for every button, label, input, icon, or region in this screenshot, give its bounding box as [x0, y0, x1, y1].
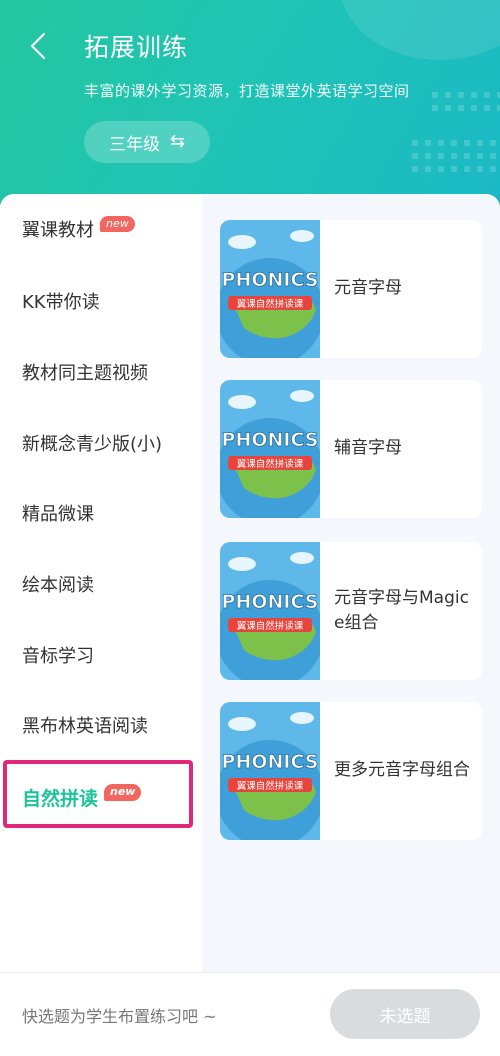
sidebar-item-micro-lessons[interactable]: 精品微课 [22, 500, 94, 526]
footer-hint: 快选题为学生布置练习吧 ~ [22, 1007, 217, 1026]
thumb-subtitle: 翼课自然拼读课 [237, 458, 304, 470]
sidebar-item-phonetics[interactable]: 音标学习 [22, 642, 94, 668]
course-card[interactable]: PHONICS 翼课自然拼读课 更多元音字母组合 [220, 702, 482, 840]
category-sidebar: 翼课教材 new KK带你读 教材同主题视频 新概念青少版(小) 精品微课 绘本… [0, 194, 202, 972]
sidebar-item-picture-books[interactable]: 绘本阅读 [22, 571, 94, 597]
course-card[interactable]: PHONICS 翼课自然拼读课 元音字母 [220, 220, 482, 358]
phonics-thumbnail: PHONICS 翼课自然拼读课 [220, 542, 324, 680]
sidebar-item-phonics[interactable]: 自然拼读 new [22, 784, 142, 811]
page-subtitle: 丰富的课外学习资源，打造课堂外英语学习空间 [84, 82, 410, 100]
sidebar-item-label: 新概念青少版(小) [22, 434, 163, 455]
main-panel: 翼课教材 new KK带你读 教材同主题视频 新概念青少版(小) 精品微课 绘本… [0, 194, 500, 972]
thumb-title: PHONICS [222, 751, 319, 773]
sidebar-item-kk-reading[interactable]: KK带你读 [22, 288, 100, 314]
decorative-circle [340, 0, 500, 60]
thumb-subtitle: 翼课自然拼读课 [237, 780, 304, 792]
sidebar-item-label: 自然拼读 [22, 788, 99, 810]
sidebar-item-label: 黑布林英语阅读 [22, 716, 148, 737]
new-badge: new [100, 215, 135, 233]
thumb-title: PHONICS [222, 429, 319, 451]
phonics-thumbnail: PHONICS 翼课自然拼读课 [220, 380, 324, 518]
thumb-title: PHONICS [222, 269, 319, 291]
grade-label: 三年级 [108, 134, 160, 155]
swap-icon: ⇆ [169, 131, 186, 152]
bottom-bar: 快选题为学生布置练习吧 ~ 未选题 [0, 972, 500, 1056]
new-badge: new [104, 784, 142, 801]
course-card[interactable]: PHONICS 翼课自然拼读课 元音字母与Magic e组合 [220, 542, 482, 680]
no-selection-button[interactable]: 未选题 [330, 989, 480, 1039]
thumb-title: PHONICS [222, 591, 319, 613]
sidebar-item-label: KK带你读 [22, 292, 100, 313]
sidebar-item-label: 翼课教材 [22, 220, 94, 241]
course-title: 更多元音字母组合 [334, 760, 470, 781]
course-title: 辅音字母 [334, 438, 402, 459]
sidebar-item-label: 音标学习 [22, 646, 94, 667]
sidebar-item-yike-textbook[interactable]: 翼课教材 new [22, 215, 135, 242]
course-list: PHONICS 翼课自然拼读课 元音字母 PHONICS 翼课自然拼读课 辅音字… [202, 194, 500, 972]
thumb-subtitle: 翼课自然拼读课 [237, 298, 304, 310]
grade-switch-button[interactable]: 三年级 ⇆ [84, 121, 210, 163]
sidebar-item-label: 教材同主题视频 [22, 363, 148, 384]
decorative-dots [412, 140, 500, 172]
course-title: 元音字母与Magic e组合 [334, 587, 469, 634]
sidebar-item-black-cat-reading[interactable]: 黑布林英语阅读 [22, 712, 148, 738]
thumb-subtitle: 翼课自然拼读课 [237, 620, 304, 632]
page-title: 拓展训练 [84, 33, 189, 62]
sidebar-item-topic-videos[interactable]: 教材同主题视频 [22, 359, 148, 385]
phonics-thumbnail: PHONICS 翼课自然拼读课 [220, 220, 324, 358]
phonics-thumbnail: PHONICS 翼课自然拼读课 [220, 702, 324, 840]
sidebar-item-label: 绘本阅读 [22, 575, 94, 596]
decorative-dots [432, 92, 500, 111]
course-card[interactable]: PHONICS 翼课自然拼读课 辅音字母 [220, 380, 482, 518]
sidebar-item-label: 精品微课 [22, 504, 94, 525]
sidebar-item-new-concept[interactable]: 新概念青少版(小) [22, 430, 162, 456]
back-icon[interactable] [24, 30, 56, 62]
course-title: 元音字母 [334, 278, 402, 299]
